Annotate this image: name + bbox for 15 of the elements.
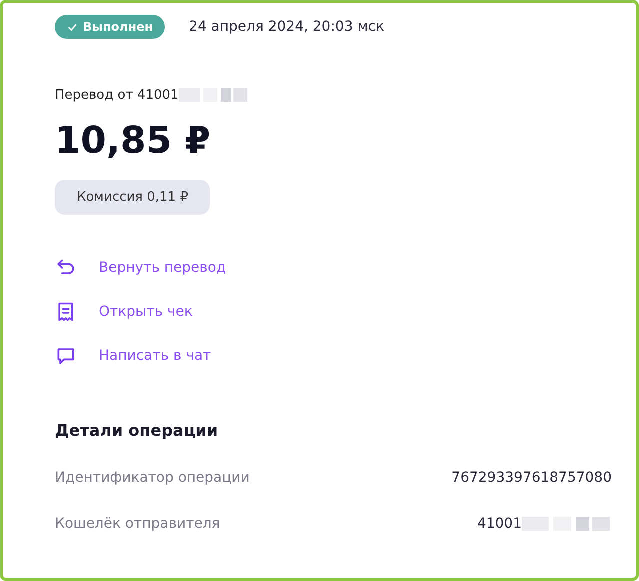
commission-chip: Комиссия 0,11 ₽ xyxy=(55,180,210,215)
status-label: Выполнен xyxy=(83,20,154,34)
transfer-source: Перевод от 41001 xyxy=(55,88,179,102)
detail-value: 767293397618757080 xyxy=(452,470,612,486)
detail-value: 41001 xyxy=(477,516,522,532)
action-link[interactable]: Вернуть перевод xyxy=(99,260,226,276)
section-title: Детали операции xyxy=(55,421,220,440)
amount: 10,85 ₽ xyxy=(55,119,212,162)
action-link[interactable]: Написать в чат xyxy=(99,348,212,364)
detail-label: Идентификатор операции xyxy=(55,470,250,486)
date-time: 24 апреля 2024, 20:03 мск xyxy=(189,19,384,35)
detail-label: Кошелёк отправителя xyxy=(55,516,220,532)
action-link[interactable]: Открыть чек xyxy=(99,304,193,320)
check-icon xyxy=(67,22,78,32)
redaction-drawing xyxy=(178,87,249,103)
